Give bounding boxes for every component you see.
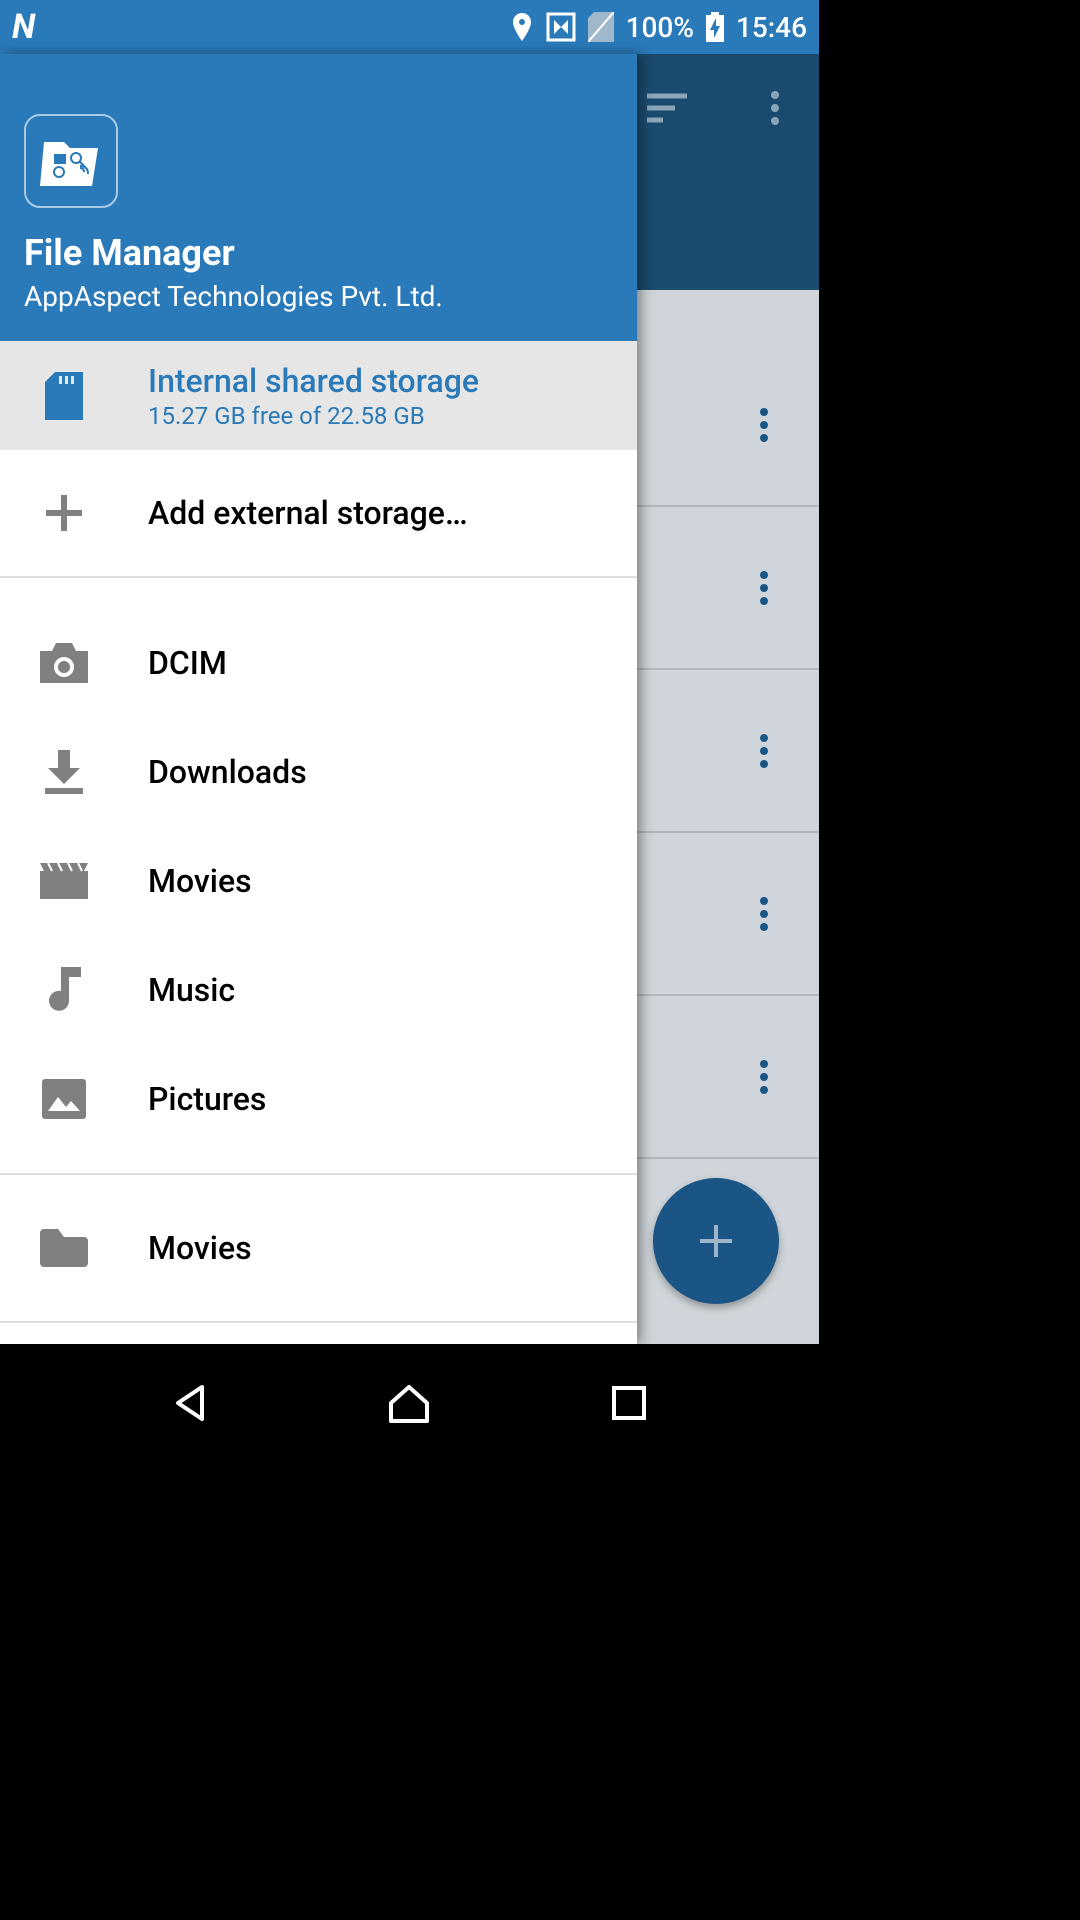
drawer-item-label: Add external storage…: [148, 494, 468, 532]
music-note-icon: [40, 966, 88, 1014]
item-more-button[interactable]: [739, 889, 789, 939]
item-more-button[interactable]: [739, 563, 789, 613]
status-icons: 100% 15:46: [510, 11, 807, 44]
home-button[interactable]: [349, 1373, 469, 1433]
drawer-item-label: Pictures: [148, 1080, 266, 1118]
image-icon: [40, 1075, 88, 1123]
item-more-button[interactable]: [739, 726, 789, 776]
drawer-item-folder-movies[interactable]: Movies: [0, 1173, 637, 1321]
battery-percent: 100%: [626, 11, 694, 44]
plus-icon: [696, 1221, 736, 1261]
plus-icon: [40, 489, 88, 537]
drawer-item-dcim[interactable]: DCIM: [0, 608, 637, 717]
drawer-item-label: Internal shared storage: [148, 362, 479, 400]
sd-card-icon: [40, 372, 88, 420]
movie-icon: [40, 857, 88, 905]
drawer-header: File Manager AppAspect Technologies Pvt.…: [0, 54, 637, 341]
drawer-item-sublabel: 15.27 GB free of 22.58 GB: [148, 402, 479, 430]
item-more-button[interactable]: [739, 400, 789, 450]
folder-icon: [40, 1224, 88, 1272]
download-icon: [40, 748, 88, 796]
overflow-menu-button[interactable]: [751, 84, 799, 132]
drawer-item-internal-storage[interactable]: Internal shared storage 15.27 GB free of…: [0, 341, 637, 450]
camera-icon: [40, 639, 88, 687]
drawer-item-label: Downloads: [148, 753, 307, 791]
sim-icon: [588, 12, 614, 42]
drawer-item-label: Movies: [148, 1229, 252, 1267]
drawer-item-add-external[interactable]: Add external storage…: [0, 450, 637, 578]
clock-time: 15:46: [736, 11, 807, 44]
battery-charging-icon: [706, 12, 724, 42]
android-nav-bar: [0, 1344, 819, 1461]
drawer-item-music[interactable]: Music: [0, 935, 637, 1044]
app-title: File Manager: [24, 232, 613, 274]
drawer-item-label: Music: [148, 971, 235, 1009]
android-n-icon: N: [12, 7, 35, 47]
back-button[interactable]: [130, 1373, 250, 1433]
app-subtitle: AppAspect Technologies Pvt. Ltd.: [24, 280, 613, 313]
drawer-item-label: DCIM: [148, 644, 227, 682]
nfc-icon: [546, 12, 576, 42]
status-bar: N 100% 15:46: [0, 0, 819, 54]
navigation-drawer: File Manager AppAspect Technologies Pvt.…: [0, 54, 637, 1344]
location-icon: [510, 13, 534, 41]
app-icon: [24, 114, 118, 208]
add-fab-button[interactable]: [653, 1178, 779, 1304]
drawer-item-downloads[interactable]: Downloads: [0, 717, 637, 826]
recent-apps-button[interactable]: [569, 1373, 689, 1433]
item-more-button[interactable]: [739, 1052, 789, 1102]
drawer-item-movies[interactable]: Movies: [0, 826, 637, 935]
drawer-item-pictures[interactable]: Pictures: [0, 1044, 637, 1153]
drawer-item-label: Movies: [148, 862, 252, 900]
sort-button[interactable]: [643, 84, 691, 132]
